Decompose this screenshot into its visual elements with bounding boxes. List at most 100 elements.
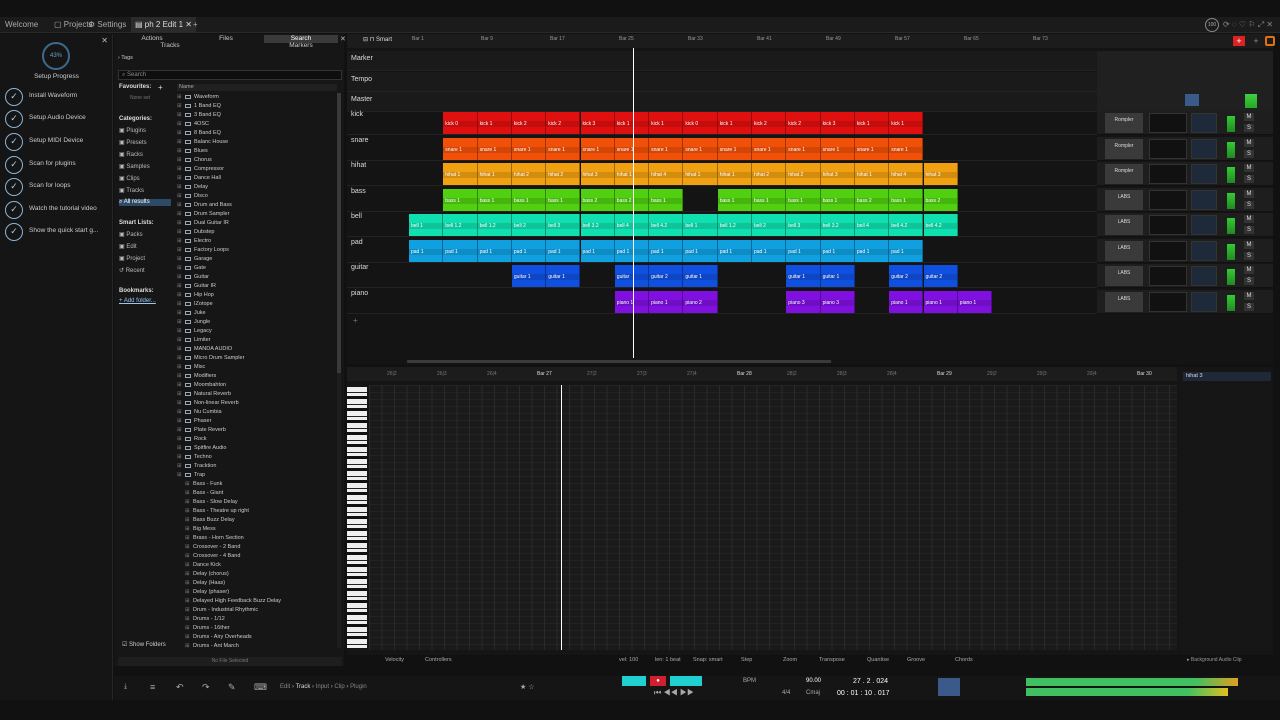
tree-folder[interactable]: ⊞ Compressor (177, 165, 337, 174)
clip[interactable]: kick 0 (683, 112, 718, 134)
clip[interactable]: pad 1 (546, 239, 581, 262)
tree-preset[interactable]: ⊞ Dance Kick (177, 561, 337, 570)
tree-folder[interactable]: ⊞ Techno (177, 453, 337, 462)
tree-folder[interactable]: ⊞ Non-linear Reverb (177, 399, 337, 408)
volume-icon[interactable] (1191, 113, 1217, 133)
solo-button[interactable]: S (1244, 175, 1254, 183)
clip[interactable]: pad 1 (717, 239, 752, 262)
tree-folder[interactable]: ⊞ Trap (177, 471, 337, 480)
volume-icon[interactable] (1191, 164, 1217, 184)
clip[interactable]: kick 0 (443, 112, 478, 134)
tree-folder[interactable]: ⊞ Tracktion (177, 462, 337, 471)
pianoroll-tool[interactable]: Velocity (385, 657, 404, 663)
pianoroll-tool[interactable]: Controllers (425, 657, 452, 663)
clip[interactable]: pad 1 (580, 239, 615, 262)
pianoroll-playhead[interactable] (561, 385, 562, 650)
solo-button[interactable]: S (1244, 124, 1254, 132)
clip[interactable]: hihat 1 (683, 163, 718, 185)
track-snare[interactable]: snare snare 1 snare 1 snare 1 snare 1 snare 1… (347, 137, 1097, 161)
volume-icon[interactable] (1191, 291, 1217, 312)
clip[interactable]: piano 1 (957, 290, 993, 313)
tags-toggle[interactable]: › Tags (118, 55, 133, 61)
tree-folder[interactable]: ⊞ Gate (177, 264, 337, 273)
browser-tab-markers[interactable]: Markers (264, 42, 338, 50)
solo-button[interactable]: S (1244, 200, 1254, 209)
smart-recent[interactable]: ↺ Recent (119, 267, 145, 274)
clip[interactable]: bell 1 (409, 214, 444, 236)
clip[interactable]: pad 1 (820, 239, 855, 262)
pianoroll-tool[interactable]: vel: 100 (619, 657, 638, 663)
master-track[interactable]: Master (347, 92, 1097, 112)
mute-button[interactable]: M (1244, 113, 1254, 121)
browser-tab-tracks[interactable]: Tracks (140, 42, 200, 50)
tree-preset[interactable]: ⊞ Drums - Airy Overheads (177, 633, 337, 642)
record-settings-icon[interactable] (1265, 36, 1275, 46)
loop-button[interactable] (622, 676, 646, 686)
waveform-icon[interactable] (1149, 113, 1187, 133)
step-scan-plugins[interactable]: ✓ Scan for plugins (5, 156, 111, 174)
clip[interactable]: pad 1 (683, 239, 718, 262)
note-grid[interactable] (369, 385, 1177, 650)
tempo-track[interactable]: Tempo (347, 72, 1097, 92)
show-folders-checkbox[interactable]: ☑ Show Folders (122, 641, 166, 648)
tree-folder[interactable]: ⊞ Garage (177, 255, 337, 264)
clip[interactable]: snare 1 (717, 137, 752, 160)
category-racks[interactable]: ▣ Racks (119, 151, 143, 158)
step-quick-start[interactable]: ✓ Show the quick start g... (5, 223, 111, 241)
crumb[interactable]: Clip (334, 684, 344, 690)
clip[interactable]: pad 1 (854, 239, 890, 262)
pianoroll-tool[interactable]: Chords (955, 657, 973, 663)
clip[interactable]: kick 2 (752, 112, 787, 134)
plugin-slot[interactable]: Rompler (1105, 113, 1143, 133)
clip[interactable]: kick 1 (614, 112, 650, 134)
waveform-icon[interactable] (1149, 291, 1187, 312)
plugin-slot[interactable]: Rompler (1105, 164, 1143, 184)
clip[interactable]: hihat 2 (511, 163, 547, 185)
tree-folder[interactable]: ⊞ Factory Loops (177, 246, 337, 255)
clip[interactable]: pad 1 (443, 239, 478, 262)
pianoroll-tool[interactable]: len: 1 beat (655, 657, 681, 663)
clip[interactable]: snare 1 (649, 137, 684, 160)
step-audio-device[interactable]: ✓ Setup Audio Device (5, 110, 111, 128)
tab-settings[interactable]: ⚙ Settings (88, 17, 126, 33)
crumb[interactable]: Input (316, 684, 329, 690)
clip[interactable]: bell 1.2 (717, 214, 752, 236)
clip[interactable]: guitar 1 (546, 265, 581, 287)
category-clips[interactable]: ▣ Clips (119, 175, 140, 182)
piano-keyboard[interactable] (347, 387, 367, 649)
volume-icon[interactable] (1191, 189, 1217, 210)
mute-button[interactable]: M (1244, 215, 1254, 223)
mute-button[interactable]: M (1244, 266, 1254, 274)
tree-folder[interactable]: ⊞ Disco (177, 192, 337, 201)
clip[interactable]: hihat 4 (889, 163, 924, 185)
tree-folder[interactable]: ⊞ Guitar IR (177, 282, 337, 291)
clip[interactable]: bell 4.2 (889, 214, 924, 236)
clip[interactable]: hihat 2 (786, 163, 821, 185)
background-clip-toggle[interactable]: ▸ Background Audio Clip (1187, 657, 1242, 663)
add-favourite-button[interactable]: + (158, 83, 163, 92)
tree-preset[interactable]: ⊞ Delay (phaser) (177, 588, 337, 597)
tree-folder[interactable]: ⊞ Natural Reverb (177, 390, 337, 399)
tree-folder[interactable]: ⊞ Nu Cumbia (177, 408, 337, 417)
clip[interactable]: hihat 1 (614, 163, 650, 185)
plugin-slot[interactable]: LABS (1105, 291, 1143, 312)
clip[interactable]: bell 4.2 (923, 214, 958, 236)
tempo-curve-icon[interactable] (938, 678, 960, 696)
clip[interactable]: snare 1 (511, 137, 547, 160)
tree-folder[interactable]: ⊞ Moombahton (177, 381, 337, 390)
clip[interactable]: kick 1 (854, 112, 890, 134)
step-scan-loops[interactable]: ✓ Scan for loops (5, 178, 111, 196)
clip[interactable]: bell 3.2 (580, 214, 615, 236)
plugin-slot[interactable]: LABS (1105, 189, 1143, 210)
volume-icon[interactable] (1191, 266, 1217, 286)
clip[interactable]: pad 1 (752, 239, 787, 262)
clip[interactable]: hihat 2 (546, 163, 581, 185)
solo-button[interactable]: S (1244, 302, 1254, 311)
add-tab-button[interactable]: + (193, 17, 198, 33)
tree-folder[interactable]: ⊞ Chorus (177, 156, 337, 165)
clip[interactable]: kick 2 (546, 112, 581, 134)
clip[interactable]: pad 1 (511, 239, 547, 262)
tree-folder[interactable]: ⊞ Waveform (177, 93, 337, 102)
clip[interactable]: kick 3 (580, 112, 615, 134)
tree-folder[interactable]: ⊞ Dual Guitar IR (177, 219, 337, 228)
